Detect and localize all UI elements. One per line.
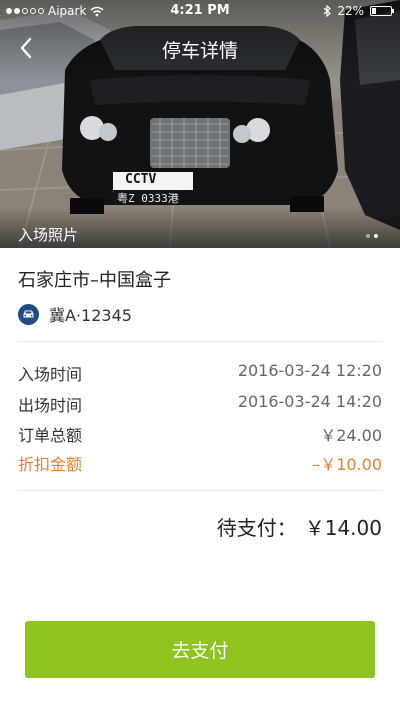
detail-label: 订单总额 (18, 426, 83, 445)
amount-due-label: 待支付： (216, 516, 297, 540)
status-bar: Aipark 4:21 PM 22% (0, 0, 400, 22)
plate-row: 冀A·12345 (18, 302, 132, 326)
detail-value: 2016-03-24 14:20 (237, 392, 382, 411)
license-plate: 冀A·12345 (49, 306, 132, 325)
pay-button[interactable]: 去支付 (25, 621, 375, 678)
detail-row-exit-time: 出场时间 2016-03-24 14:20 (18, 392, 382, 415)
detail-value: –￥10.00 (312, 455, 382, 474)
parking-lot-name: 石家庄市–中国盒子 (18, 270, 171, 291)
pager-dot[interactable] (366, 234, 370, 238)
pager-dot[interactable] (374, 234, 378, 238)
battery-percent: 22% (337, 4, 364, 18)
detail-row-order-total: 订单总额 ￥24.00 (18, 422, 382, 445)
amount-due-value: ￥14.00 (304, 516, 382, 540)
amount-due: 待支付： ￥14.00 (217, 512, 382, 541)
detail-label: 出场时间 (18, 396, 83, 415)
plate-text-bottom: 粤Z 0333港 (117, 192, 179, 205)
detail-row-entry-time: 入场时间 2016-03-24 12:20 (18, 361, 382, 384)
detail-value: ￥24.00 (320, 426, 382, 445)
divider (18, 490, 382, 491)
detail-value: 2016-03-24 12:20 (237, 361, 382, 380)
battery-icon (370, 6, 394, 16)
detail-row-discount: 折扣金额 –￥10.00 (18, 451, 382, 474)
photo-label: 入场照片 (18, 226, 79, 244)
bluetooth-icon (323, 5, 332, 17)
plate-text-top: CCTV (125, 172, 157, 187)
page-title: 停车详情 (161, 40, 238, 62)
detail-label: 折扣金额 (18, 455, 83, 474)
divider (18, 341, 382, 342)
photo-pager-dots[interactable] (366, 234, 378, 238)
car-icon (18, 303, 39, 325)
detail-label: 入场时间 (18, 365, 83, 384)
